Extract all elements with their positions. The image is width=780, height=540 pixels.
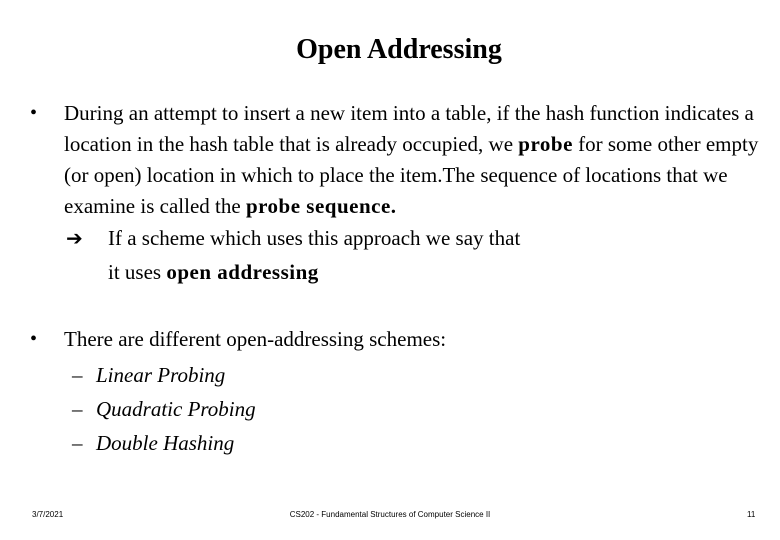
dash-marker: –	[72, 363, 83, 387]
bullet-schemes: • There are different open-addressing sc…	[30, 324, 730, 355]
bold-probe: probe	[518, 132, 573, 156]
scheme-item: – Double Hashing	[72, 426, 234, 460]
arrow-text: If a scheme which uses this approach we …	[108, 226, 521, 250]
scheme-item: – Linear Probing	[72, 358, 225, 392]
scheme-label: Quadratic Probing	[96, 397, 256, 421]
bullet-text: There are different open-addressing sche…	[64, 327, 447, 351]
slide-title: Open Addressing	[296, 34, 502, 65]
bullet-marker: •	[30, 102, 38, 124]
bullet-marker: •	[30, 328, 38, 350]
footer-course: CS202 - Fundamental Structures of Comput…	[289, 510, 491, 519]
scheme-label: Double Hashing	[96, 431, 235, 455]
bullet-text: During an attempt to insert a new item i…	[64, 98, 760, 222]
dash-marker: –	[72, 431, 83, 455]
arrow-point: ➔ If a scheme which uses this approach we…	[66, 221, 520, 255]
right-arrow-icon: ➔	[66, 226, 83, 250]
arrow-text-2: it uses	[108, 260, 167, 284]
arrow-point-continued: it uses open addressing	[108, 255, 319, 289]
dash-marker: –	[72, 397, 83, 421]
scheme-label: Linear Probing	[96, 363, 226, 387]
bold-probe-sequence: probe sequence.	[245, 194, 397, 218]
bullet-open-addressing-definition: • During an attempt to insert a new item…	[30, 98, 760, 222]
bold-open-addressing: open addressing	[166, 260, 319, 284]
footer-page-number: 11	[747, 510, 756, 519]
scheme-item: – Quadratic Probing	[72, 392, 256, 426]
